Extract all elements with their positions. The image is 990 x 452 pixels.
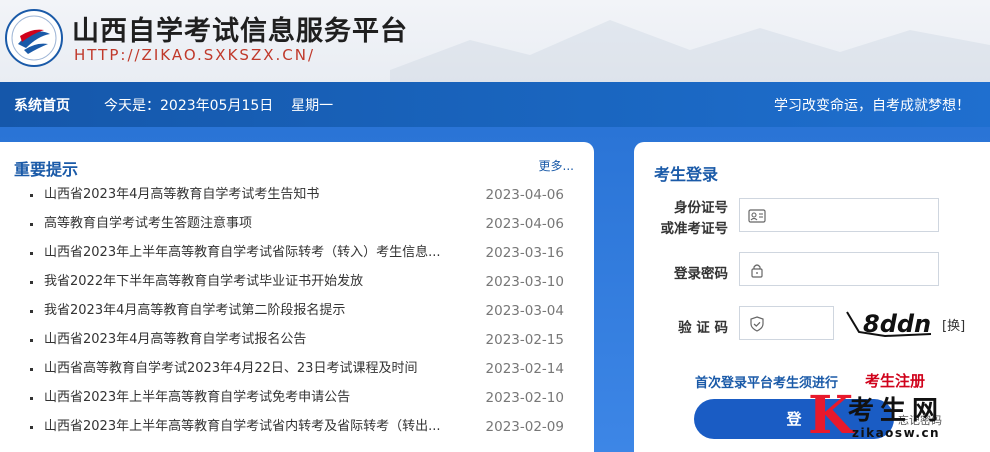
bullet-icon (30, 310, 33, 313)
notice-item[interactable]: 山西省2023年4月高等教育自学考试考生告知书 2023-04-06 (30, 184, 574, 213)
site-title: 山西自学考试信息服务平台 (72, 16, 408, 47)
bullet-icon (30, 194, 33, 197)
watermark-logo: K 考生网 zikaosw.cn (806, 390, 990, 452)
mountain-background (390, 20, 990, 82)
notice-item-date: 2023-03-04 (485, 303, 564, 319)
lock-icon (751, 264, 763, 278)
notice-item-text[interactable]: 山西省高等教育自学考试2023年4月22日、23日考试课程及时间 (44, 358, 468, 380)
notice-title: 重要提示 (14, 160, 79, 179)
bullet-icon (30, 368, 33, 371)
notice-item[interactable]: 山西省2023年4月高等教育自学考试报名公告 2023-02-15 (30, 329, 574, 358)
id-label-line1: 身份证号 (674, 200, 728, 216)
password-input[interactable] (739, 252, 939, 286)
site-url: HTTP://ZIKAO.SXKSZX.CN/ (74, 46, 316, 64)
exam-center-logo-icon (5, 9, 63, 67)
nav-home-link[interactable]: 系统首页 (14, 95, 70, 115)
id-number-input[interactable] (739, 198, 939, 232)
register-link[interactable]: 考生注册 (865, 370, 925, 391)
nav-weekday: 星期一 (291, 98, 334, 114)
notice-item-date: 2023-02-09 (485, 419, 564, 435)
notice-item-date: 2023-02-14 (485, 361, 564, 377)
shield-icon (750, 316, 764, 332)
captcha-input[interactable] (739, 306, 834, 340)
nav-date: 今天是：2023年05月15日 星期一 (104, 95, 333, 115)
watermark-k: K (808, 385, 854, 446)
bullet-icon (30, 252, 33, 255)
notice-item-text[interactable]: 高等教育自学考试考生答题注意事项 (44, 213, 468, 235)
notice-item[interactable]: 我省2022年下半年高等教育自学考试毕业证书开始发放 2023-03-10 (30, 271, 574, 300)
notice-item-text[interactable]: 山西省2023年上半年高等教育自学考试省际转考（转入）考生信息... (44, 242, 468, 264)
password-label: 登录密码 (674, 266, 728, 282)
notice-item-text[interactable]: 我省2022年下半年高等教育自学考试毕业证书开始发放 (44, 271, 468, 293)
bullet-icon (30, 223, 33, 226)
bullet-icon (30, 281, 33, 284)
notice-item[interactable]: 高等教育自学考试考生答题注意事项 2023-04-06 (30, 213, 574, 242)
notice-item-date: 2023-04-06 (485, 216, 564, 232)
notice-item-date: 2023-02-15 (485, 332, 564, 348)
notice-item-text[interactable]: 山西省2023年上半年高等教育自学考试免考申请公告 (44, 387, 468, 409)
bullet-icon (30, 397, 33, 400)
notice-item-text[interactable]: 山西省2023年4月高等教育自学考试报名公告 (44, 329, 468, 351)
nav-slogan: 学习改变命运，自考成就梦想！ (774, 98, 970, 114)
notice-panel: 重要提示 更多... 山西省2023年4月高等教育自学考试考生告知书 2023-0… (0, 142, 594, 452)
captcha-text: 8ddn (863, 310, 931, 338)
notice-item-date: 2023-02-10 (485, 390, 564, 406)
id-label-line2: 或准考证号 (660, 221, 729, 237)
notice-item[interactable]: 山西省2023年上半年高等教育自学考试免考申请公告 2023-02-10 (30, 387, 574, 416)
notice-item-date: 2023-04-06 (485, 187, 564, 203)
site-header: 山西自学考试信息服务平台 HTTP://ZIKAO.SXKSZX.CN/ (0, 0, 990, 82)
captcha-image[interactable]: 8ddn (845, 306, 933, 340)
notice-item-text[interactable]: 山西省2023年4月高等教育自学考试考生告知书 (44, 184, 468, 206)
notice-item[interactable]: 山西省2023年上半年高等教育自学考试省内转考及省际转考（转出... 2023-0… (30, 416, 574, 445)
watermark-name: 考生网 (848, 396, 945, 426)
login-title: 考生登录 (654, 165, 719, 184)
captcha-label: 验 证 码 (678, 320, 728, 336)
notice-item-text[interactable]: 山西省2023年上半年高等教育自学考试省内转考及省际转考（转出... (44, 416, 468, 438)
notice-item-text[interactable]: 我省2023年4月高等教育自学考试第二阶段报名提示 (44, 300, 468, 322)
notice-item[interactable]: 山西省高等教育自学考试2023年4月22日、23日考试课程及时间 2023-02-… (30, 358, 574, 387)
notice-list: 山西省2023年4月高等教育自学考试考生告知书 2023-04-06 高等教育自学… (30, 184, 574, 445)
notice-more-link[interactable]: 更多... (539, 157, 574, 174)
bullet-icon (30, 339, 33, 342)
nav-today: 今天是：2023年05月15日 (104, 98, 274, 114)
notice-item[interactable]: 山西省2023年上半年高等教育自学考试省际转考（转入）考生信息... 2023-0… (30, 242, 574, 271)
nav-bar: 系统首页 今天是：2023年05月15日 星期一 学习改变命运，自考成就梦想！ (0, 82, 990, 127)
captcha-refresh-link[interactable]: [换] (942, 315, 965, 334)
watermark-url: zikaosw.cn (852, 426, 941, 440)
notice-item-date: 2023-03-10 (485, 274, 564, 290)
notice-item[interactable]: 我省2023年4月高等教育自学考试第二阶段报名提示 2023-03-04 (30, 300, 574, 329)
id-number-label: 身份证号 或准考证号 (652, 198, 729, 240)
notice-item-date: 2023-03-16 (485, 245, 564, 261)
id-card-icon (748, 209, 766, 223)
bullet-icon (30, 426, 33, 429)
